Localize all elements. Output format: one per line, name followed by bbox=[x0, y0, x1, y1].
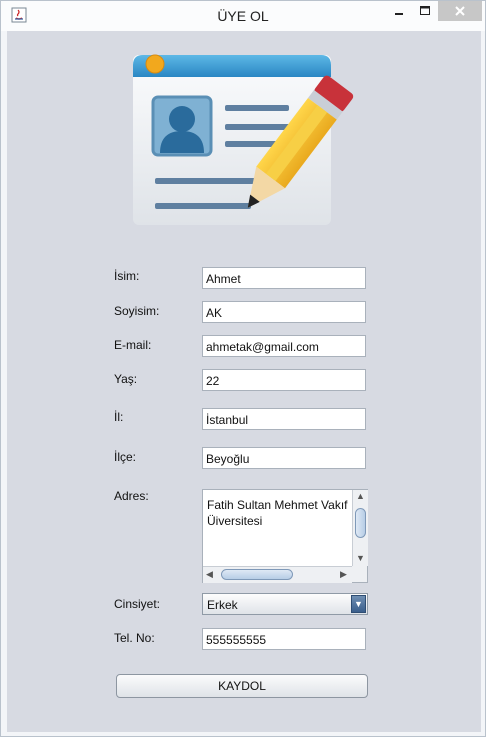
scroll-right-icon[interactable]: ▶ bbox=[340, 569, 347, 580]
address-label: Adres: bbox=[114, 489, 149, 503]
title-bar: ÜYE OL bbox=[1, 1, 485, 31]
minimize-button[interactable] bbox=[384, 1, 414, 21]
phone-label: Tel. No: bbox=[114, 631, 155, 645]
gender-select[interactable]: Erkek ▼ bbox=[202, 593, 368, 615]
address-textarea[interactable]: Fatih Sultan Mehmet Vakıf Üiversitesi ▲ … bbox=[202, 489, 368, 583]
email-input[interactable]: ahmetak@gmail.com bbox=[202, 335, 366, 357]
city-label: İl: bbox=[114, 410, 124, 424]
district-label: İlçe: bbox=[114, 450, 137, 464]
maximize-icon bbox=[420, 6, 430, 15]
age-input[interactable]: 22 bbox=[202, 369, 366, 391]
scroll-left-icon[interactable]: ◀ bbox=[206, 569, 213, 580]
maximize-button[interactable] bbox=[412, 1, 438, 21]
signup-window: ÜYE OL İsim: Ahmet Soyisim: AK E-mail: a… bbox=[0, 0, 486, 737]
scroll-down-icon[interactable]: ▼ bbox=[356, 553, 365, 563]
contact-card-pencil-icon bbox=[133, 54, 354, 225]
gender-selected-value: Erkek bbox=[207, 598, 238, 612]
minimize-icon bbox=[395, 13, 403, 15]
address-horizontal-scrollbar[interactable]: ◀ ▶ bbox=[203, 566, 352, 583]
chevron-down-icon[interactable]: ▼ bbox=[351, 595, 366, 613]
close-button[interactable] bbox=[438, 1, 482, 21]
phone-input[interactable]: 555555555 bbox=[202, 628, 366, 650]
scroll-up-icon[interactable]: ▲ bbox=[356, 491, 365, 501]
email-label: E-mail: bbox=[114, 338, 152, 352]
address-text: Fatih Sultan Mehmet Vakıf Üiversitesi bbox=[207, 498, 348, 528]
address-vertical-scrollbar[interactable]: ▲ ▼ bbox=[352, 490, 368, 566]
name-input[interactable]: Ahmet bbox=[202, 267, 366, 289]
district-input[interactable]: Beyoğlu bbox=[202, 447, 366, 469]
form-panel: İsim: Ahmet Soyisim: AK E-mail: ahmetak@… bbox=[7, 31, 481, 732]
surname-label: Soyisim: bbox=[114, 304, 160, 318]
name-label: İsim: bbox=[114, 269, 140, 283]
scrollbar-corner bbox=[352, 566, 367, 582]
close-icon bbox=[455, 6, 465, 16]
vertical-scroll-thumb[interactable] bbox=[355, 508, 366, 538]
register-button[interactable]: KAYDOL bbox=[116, 674, 368, 698]
surname-input[interactable]: AK bbox=[202, 301, 366, 323]
gender-label: Cinsiyet: bbox=[114, 597, 161, 611]
horizontal-scroll-thumb[interactable] bbox=[221, 569, 293, 580]
age-label: Yaş: bbox=[114, 372, 138, 386]
city-input[interactable]: İstanbul bbox=[202, 408, 366, 430]
